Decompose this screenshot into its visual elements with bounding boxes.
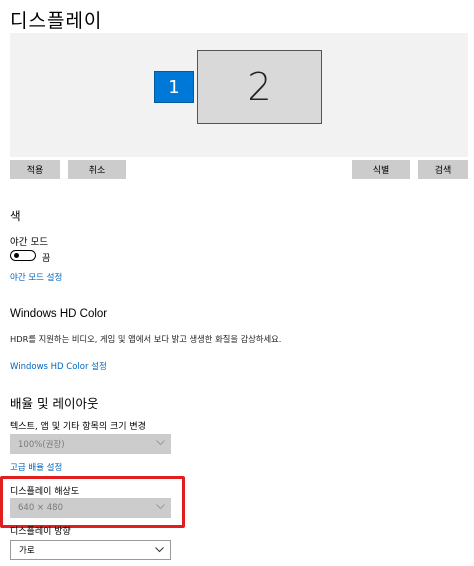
scale-value: 100%(권장) xyxy=(18,440,65,450)
advanced-scaling-link[interactable]: 고급 배율 설정 xyxy=(10,461,62,473)
scale-layout-title: 배율 및 레이아웃 xyxy=(10,396,99,411)
orientation-dropdown[interactable]: 가로 xyxy=(10,540,171,560)
hd-color-description: HDR를 지원하는 비디오, 게임 및 앱에서 보다 밝고 생생한 화질을 감상… xyxy=(10,334,282,344)
resolution-highlight-box xyxy=(0,476,185,528)
scale-label: 텍스트, 앱 및 기타 항목의 크기 변경 xyxy=(10,422,146,432)
page-title: 디스플레이 xyxy=(10,10,103,32)
chevron-down-icon xyxy=(155,547,164,553)
orientation-value: 가로 xyxy=(19,546,35,556)
detect-button[interactable]: 검색 xyxy=(418,160,468,179)
monitor-2[interactable]: 2 xyxy=(197,50,322,124)
night-light-toggle[interactable] xyxy=(10,250,36,261)
hd-color-settings-link[interactable]: Windows HD Color 설정 xyxy=(10,360,107,372)
toggle-knob xyxy=(14,253,19,258)
chevron-down-icon xyxy=(156,440,165,446)
night-light-settings-link[interactable]: 야간 모드 설정 xyxy=(10,271,62,283)
apply-button[interactable]: 적용 xyxy=(10,160,60,179)
identify-button[interactable]: 식별 xyxy=(352,160,410,179)
monitor-2-number: 2 xyxy=(247,65,272,109)
toggle-state-text: 끔 xyxy=(42,254,51,264)
scale-dropdown[interactable]: 100%(권장) xyxy=(10,434,171,454)
monitor-1-number: 1 xyxy=(168,76,180,98)
monitor-1[interactable]: 1 xyxy=(154,71,194,103)
night-light-label: 야간 모드 xyxy=(10,237,48,248)
color-section-title: 색 xyxy=(10,209,21,223)
orientation-label: 디스플레이 방향 xyxy=(10,527,71,537)
cancel-button[interactable]: 취소 xyxy=(68,160,126,179)
hd-color-title: Windows HD Color xyxy=(10,308,108,320)
